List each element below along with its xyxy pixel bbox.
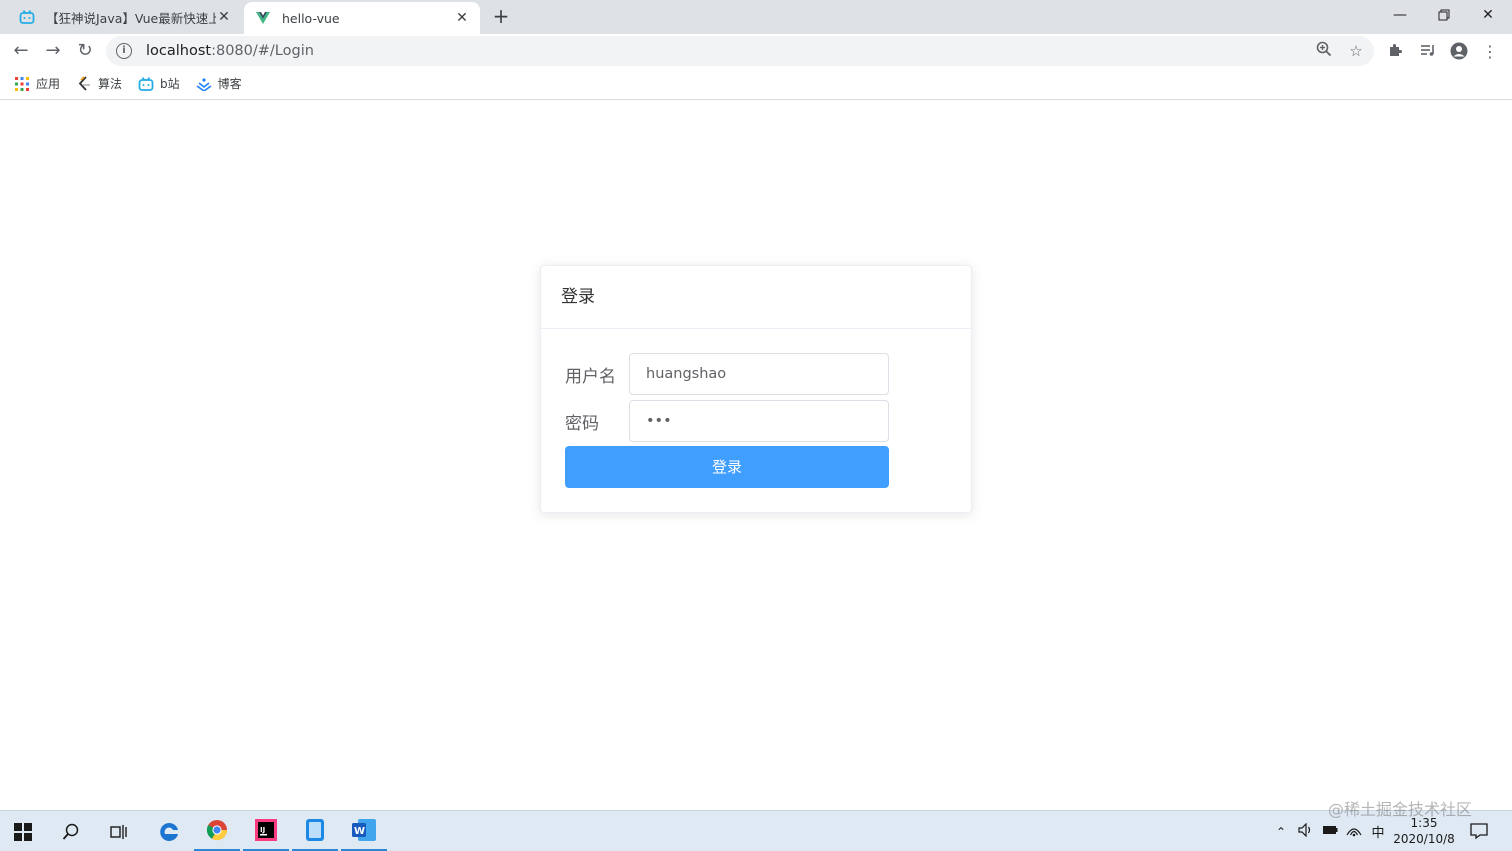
battery-icon[interactable] <box>1318 824 1342 839</box>
windows-taskbar: IJ W ⌃ 中 1:35 2020/10/8 <box>0 810 1512 851</box>
password-row: 密码 ••• <box>565 400 889 442</box>
notification-center-icon[interactable] <box>1470 822 1490 842</box>
volume-icon[interactable] <box>1294 822 1318 840</box>
url-text[interactable]: localhost:8080/#/Login <box>146 43 314 59</box>
apps-grid-icon <box>14 76 30 92</box>
svg-text:IJ: IJ <box>260 826 265 834</box>
ime-indicator[interactable]: 中 <box>1366 822 1390 841</box>
more-menu-icon[interactable]: ⋮ <box>1480 42 1500 62</box>
password-label: 密码 <box>565 413 599 434</box>
close-icon[interactable]: ✕ <box>216 9 232 25</box>
login-card: 登录 用户名 huangshao 密码 ••• 登录 <box>540 265 972 513</box>
bookmark-label: 博客 <box>217 77 242 91</box>
juejin-icon <box>196 76 212 92</box>
edge-icon[interactable] <box>146 811 192 851</box>
close-icon[interactable]: ✕ <box>454 10 470 26</box>
bookmark-blog[interactable]: 博客 <box>196 75 242 92</box>
close-window-button[interactable]: ✕ <box>1466 4 1510 26</box>
bookmark-bilibili[interactable]: b站 <box>138 75 180 92</box>
bilibili-icon <box>18 8 36 26</box>
extensions-puzzle-icon[interactable] <box>1386 42 1406 62</box>
zoom-icon[interactable] <box>1314 41 1334 61</box>
chevron-up-icon[interactable]: ⌃ <box>1272 825 1290 839</box>
bookmark-label: 算法 <box>98 77 123 91</box>
browser-toolbar: ← → ↻ i localhost:8080/#/Login ☆ ⋮ <box>0 34 1512 68</box>
username-row: 用户名 huangshao <box>565 353 889 395</box>
new-tab-button[interactable]: + <box>490 6 512 28</box>
star-bookmark-icon[interactable]: ☆ <box>1346 41 1366 61</box>
leetcode-icon <box>76 75 92 92</box>
username-label: 用户名 <box>565 366 616 387</box>
tab-hello-vue[interactable]: hello-vue ✕ <box>244 2 480 34</box>
task-view-icon[interactable] <box>96 811 142 851</box>
back-arrow-icon[interactable]: ← <box>8 38 34 64</box>
bookmark-algorithm[interactable]: 算法 <box>76 75 122 92</box>
media-queue-icon[interactable] <box>1418 42 1438 62</box>
bookmark-label: b站 <box>160 77 180 91</box>
restore-button[interactable] <box>1422 4 1466 26</box>
info-icon[interactable]: i <box>116 43 132 59</box>
login-button[interactable]: 登录 <box>565 446 889 488</box>
bilibili-icon <box>138 76 154 92</box>
bookmark-label: 应用 <box>36 77 61 91</box>
tab-title: hello-vue <box>282 10 340 26</box>
page-content: 登录 用户名 huangshao 密码 ••• 登录 <box>0 101 1512 810</box>
intellij-icon[interactable]: IJ <box>243 811 289 851</box>
bookmarks-bar: 应用 算法 b站 博客 <box>0 68 1512 100</box>
svg-text:W: W <box>354 826 365 837</box>
word-icon[interactable]: W <box>341 811 387 851</box>
forward-arrow-icon[interactable]: → <box>40 38 66 64</box>
reload-icon[interactable]: ↻ <box>72 38 98 64</box>
tablet-app-icon[interactable] <box>292 811 338 851</box>
vue-icon <box>254 9 272 27</box>
address-bar[interactable]: i localhost:8080/#/Login ☆ <box>106 36 1374 66</box>
minimize-button[interactable]: — <box>1378 4 1422 26</box>
chrome-icon[interactable] <box>194 811 240 851</box>
watermark: @稀土掘金技术社区 <box>1328 800 1473 819</box>
wifi-icon[interactable] <box>1342 823 1366 840</box>
search-icon[interactable] <box>48 811 94 851</box>
bookmark-apps[interactable]: 应用 <box>14 75 60 92</box>
tab-title: 【狂神说Java】Vue最新快速上手 <box>46 10 216 26</box>
clock-date: 2020/10/8 <box>1393 832 1455 846</box>
profile-avatar-icon[interactable] <box>1449 42 1469 62</box>
tab-strip: 【狂神说Java】Vue最新快速上手 ✕ hello-vue ✕ + — ✕ <box>0 0 1512 34</box>
password-input[interactable]: ••• <box>629 400 889 442</box>
tab-bilibili-video[interactable]: 【狂神说Java】Vue最新快速上手 ✕ <box>8 0 242 34</box>
windows-start-icon[interactable] <box>0 811 46 851</box>
username-input[interactable]: huangshao <box>629 353 889 395</box>
login-card-title: 登录 <box>541 266 971 329</box>
